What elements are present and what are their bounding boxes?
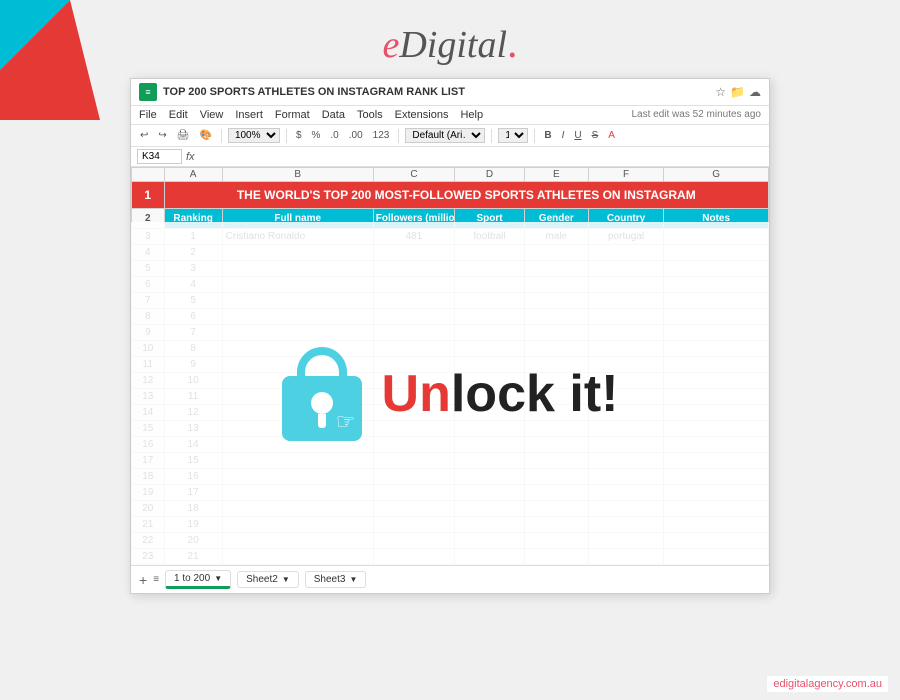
- col-header-a[interactable]: A: [164, 168, 222, 182]
- unlock-un: Un: [382, 365, 451, 423]
- tab-sheet2[interactable]: Sheet2 ▼: [237, 571, 299, 588]
- lock-body: ☞: [282, 376, 362, 441]
- title-icons: ☆ 📁 ☁: [715, 85, 761, 99]
- percent-btn[interactable]: %: [309, 129, 324, 142]
- sep4: [491, 129, 492, 143]
- last-edit: Last edit was 52 minutes ago: [631, 108, 761, 122]
- menu-edit[interactable]: Edit: [169, 108, 188, 122]
- grid-wrapper: A B C D E F G 1 THE WORLD'S TOP 200 MOST…: [131, 167, 769, 565]
- title-row: 1 THE WORLD'S TOP 200 MOST-FOLLOWED SPOR…: [132, 182, 769, 209]
- sep2: [286, 129, 287, 143]
- hand-cursor-icon: ☞: [336, 409, 356, 435]
- logo: eDigital.: [382, 24, 517, 66]
- row-1-header: 1: [132, 182, 165, 209]
- menu-help[interactable]: Help: [460, 108, 483, 122]
- lock-keyhole: [311, 392, 333, 414]
- unlock-it-text: it: [555, 365, 601, 423]
- title-bar: ≡ TOP 200 SPORTS ATHLETES ON INSTAGRAM R…: [131, 79, 769, 106]
- font-family-select[interactable]: Default (Ari…): [405, 128, 485, 143]
- cell-ref-bar: fx: [131, 147, 769, 167]
- tab-1-to-200[interactable]: 1 to 200 ▼: [165, 570, 231, 589]
- unlock-text: Unlock it!: [382, 368, 619, 420]
- tab-3-dropdown[interactable]: ▼: [349, 575, 357, 584]
- tab-2-dropdown[interactable]: ▼: [282, 575, 290, 584]
- cloud-icon[interactable]: ☁: [749, 85, 761, 99]
- col-header-row: A B C D E F G: [132, 168, 769, 182]
- folder-icon[interactable]: 📁: [730, 85, 745, 99]
- tab-sheet3-label: Sheet3: [314, 574, 346, 585]
- sheets-icon: ≡: [139, 83, 157, 101]
- sep1: [221, 129, 222, 143]
- tab-1-dropdown[interactable]: ▼: [214, 574, 222, 583]
- menu-file[interactable]: File: [139, 108, 157, 122]
- logo-area: eDigital.: [0, 0, 900, 78]
- col-header-f[interactable]: F: [588, 168, 664, 182]
- unlock-exclaim: !: [601, 365, 618, 423]
- toolbar: ↩ ↪ 🖨 🎨 100% $ % .0 .00 123 Default (Ari…: [131, 125, 769, 147]
- print-btn[interactable]: 🖨: [174, 129, 193, 142]
- col-header-d[interactable]: D: [455, 168, 525, 182]
- triangle-decoration: [0, 0, 100, 120]
- decimal0-btn[interactable]: .0: [327, 129, 341, 142]
- col-header-b[interactable]: B: [222, 168, 373, 182]
- menu-data[interactable]: Data: [322, 108, 345, 122]
- fx-icon: fx: [186, 151, 195, 163]
- strikethrough-btn[interactable]: S: [589, 129, 602, 142]
- paint-btn[interactable]: 🎨: [196, 129, 214, 142]
- decimal00-btn[interactable]: .00: [346, 129, 366, 142]
- tab-sheet3[interactable]: Sheet3 ▼: [305, 571, 367, 588]
- footer-url: edigitalagency.com.au: [767, 676, 888, 692]
- logo-digital: Digital: [399, 24, 507, 66]
- dollar-btn[interactable]: $: [293, 129, 305, 142]
- fontcolor-btn[interactable]: A: [605, 129, 618, 142]
- spreadsheet-container: ≡ TOP 200 SPORTS ATHLETES ON INSTAGRAM R…: [130, 78, 770, 594]
- cell-ref-input[interactable]: [137, 149, 182, 164]
- unlock-lock-text: lock: [451, 365, 555, 423]
- undo-btn[interactable]: ↩: [137, 129, 151, 142]
- menu-bar: File Edit View Insert Format Data Tools …: [131, 106, 769, 125]
- redo-btn[interactable]: ↪: [155, 129, 169, 142]
- sep5: [534, 129, 535, 143]
- col-header-c[interactable]: C: [373, 168, 454, 182]
- col-header-empty: [132, 168, 165, 182]
- menu-insert[interactable]: Insert: [235, 108, 263, 122]
- bold-btn[interactable]: B: [541, 129, 554, 142]
- menu-format[interactable]: Format: [275, 108, 310, 122]
- numformat-btn[interactable]: 123: [370, 129, 393, 142]
- font-size-select[interactable]: 10: [498, 128, 528, 143]
- menu-tools[interactable]: Tools: [357, 108, 383, 122]
- menu-extensions[interactable]: Extensions: [395, 108, 449, 122]
- tab-1-to-200-label: 1 to 200: [174, 573, 210, 584]
- logo-e: e: [382, 24, 399, 66]
- zoom-select[interactable]: 100%: [228, 128, 280, 143]
- star-icon[interactable]: ☆: [715, 85, 726, 99]
- italic-btn[interactable]: I: [559, 129, 568, 142]
- doc-title: TOP 200 SPORTS ATHLETES ON INSTAGRAM RAN…: [163, 86, 709, 98]
- sheet-menu-btn[interactable]: ≡: [153, 574, 159, 585]
- lock-shackle: [297, 347, 347, 377]
- logo-dot: .: [507, 21, 518, 67]
- sep3: [398, 129, 399, 143]
- underline-btn[interactable]: U: [571, 129, 584, 142]
- tab-sheet2-label: Sheet2: [246, 574, 278, 585]
- tab-bar: + ≡ 1 to 200 ▼ Sheet2 ▼ Sheet3 ▼: [131, 565, 769, 593]
- big-title-cell: THE WORLD'S TOP 200 MOST-FOLLOWED SPORTS…: [164, 182, 768, 209]
- add-sheet-btn[interactable]: +: [139, 572, 147, 588]
- col-header-e[interactable]: E: [524, 168, 588, 182]
- menu-view[interactable]: View: [200, 108, 224, 122]
- lock-icon: ☞: [282, 347, 362, 441]
- col-header-g[interactable]: G: [664, 168, 769, 182]
- unlock-overlay[interactable]: ☞ Unlock it!: [131, 222, 769, 565]
